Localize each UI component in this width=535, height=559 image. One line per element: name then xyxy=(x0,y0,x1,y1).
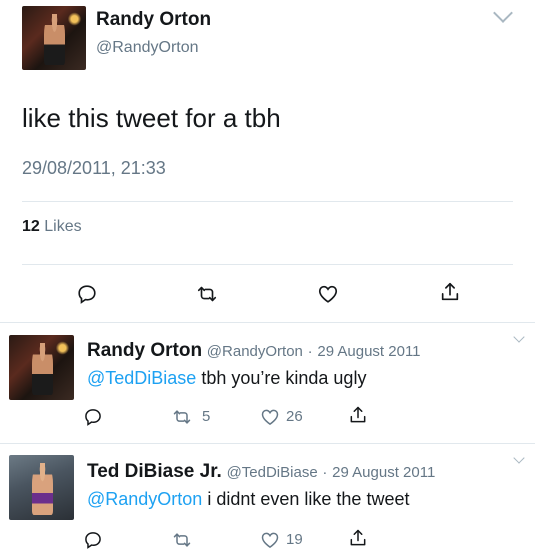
avatar[interactable] xyxy=(9,455,74,520)
retweet-icon[interactable] xyxy=(171,407,193,427)
divider xyxy=(22,264,513,265)
reply-icon[interactable] xyxy=(76,283,98,305)
chevron-down-icon[interactable] xyxy=(493,3,513,23)
reply-header: Randy Orton @RandyOrton · 29 August 2011 xyxy=(87,340,421,362)
chevron-down-icon[interactable] xyxy=(513,452,525,464)
reply-tweet[interactable]: Ted DiBiase Jr. @TedDiBiase · 29 August … xyxy=(0,444,535,559)
tweet-date: 29 August 2011 xyxy=(332,464,436,481)
reply-header: Ted DiBiase Jr. @TedDiBiase · 29 August … xyxy=(87,461,435,483)
chevron-down-icon[interactable] xyxy=(513,331,525,343)
author-handle[interactable]: @TedDiBiase xyxy=(227,464,318,481)
divider xyxy=(22,201,513,202)
retweet-icon[interactable] xyxy=(196,283,218,305)
retweet-count: 5 xyxy=(202,408,211,425)
meta-separator: · xyxy=(322,464,328,481)
tweet-timestamp: 29/08/2011, 21:33 xyxy=(22,158,166,178)
reply-tweet[interactable]: Randy Orton @RandyOrton · 29 August 2011… xyxy=(0,323,535,443)
share-icon[interactable] xyxy=(348,405,368,425)
likes-count: 12 xyxy=(22,218,40,235)
heart-icon[interactable] xyxy=(260,530,280,550)
main-tweet: Randy Orton @RandyOrton like this tweet … xyxy=(0,0,535,323)
avatar[interactable] xyxy=(9,335,74,400)
author-name[interactable]: Randy Orton xyxy=(96,9,211,31)
tweet-text: @RandyOrton i didnt even like the tweet xyxy=(87,489,409,510)
share-icon[interactable] xyxy=(348,528,368,548)
tweet-body: tbh you’re kinda ugly xyxy=(201,368,367,388)
author-name[interactable]: Ted DiBiase Jr. xyxy=(87,461,222,482)
heart-icon[interactable] xyxy=(260,407,280,427)
like-count: 19 xyxy=(286,531,303,548)
mention-link[interactable]: @TedDiBiase xyxy=(87,368,196,388)
avatar[interactable] xyxy=(22,6,86,70)
like-count: 26 xyxy=(286,408,303,425)
meta-separator: · xyxy=(307,343,313,360)
author-handle[interactable]: @RandyOrton xyxy=(96,39,199,57)
likes-stat[interactable]: 12 Likes xyxy=(22,218,82,236)
share-icon[interactable] xyxy=(439,281,461,303)
tweet-text: @TedDiBiase tbh you’re kinda ugly xyxy=(87,368,366,389)
reply-icon[interactable] xyxy=(83,407,103,427)
likes-label: Likes xyxy=(44,218,82,235)
author-handle[interactable]: @RandyOrton xyxy=(207,343,303,360)
retweet-icon[interactable] xyxy=(171,530,193,550)
mention-link[interactable]: @RandyOrton xyxy=(87,489,202,509)
author-name[interactable]: Randy Orton xyxy=(87,340,202,361)
reply-icon[interactable] xyxy=(83,530,103,550)
tweet-text: like this tweet for a tbh xyxy=(22,103,281,133)
heart-icon[interactable] xyxy=(317,283,339,305)
tweet-body: i didnt even like the tweet xyxy=(207,489,410,509)
tweet-date: 29 August 2011 xyxy=(317,343,421,360)
